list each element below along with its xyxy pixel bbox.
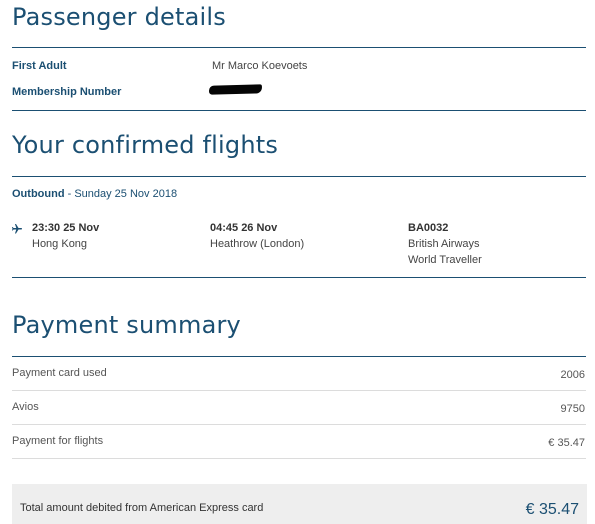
- confirmed-flights-rule: [12, 176, 586, 177]
- outbound-date: - Sunday 25 Nov 2018: [64, 188, 178, 200]
- first-adult-label: First Adult: [12, 60, 67, 72]
- membership-number-label: Membership Number: [12, 86, 122, 98]
- payment-card-value: 2006: [560, 369, 585, 381]
- outbound-header: Outbound - Sunday 25 Nov 2018: [12, 188, 177, 200]
- arrival-time: 04:45 26 Nov: [210, 222, 278, 234]
- departure-time: 23:30 25 Nov: [32, 222, 100, 234]
- airline-name: British Airways: [408, 238, 480, 250]
- avios-value: 9750: [560, 403, 585, 415]
- payment-summary-rule: [12, 356, 586, 357]
- flights-section-bottom-rule: [12, 277, 586, 278]
- payment-for-flights-value: € 35.47: [548, 437, 585, 449]
- first-adult-value: Mr Marco Koevoets: [212, 60, 308, 72]
- cabin-class: World Traveller: [408, 254, 482, 266]
- payment-card-label: Payment card used: [12, 367, 107, 379]
- avios-label: Avios: [12, 401, 39, 413]
- total-amount-value: € 35.47: [525, 501, 579, 518]
- passenger-section-bottom-rule: [12, 110, 586, 111]
- outbound-label: Outbound: [12, 188, 65, 200]
- membership-number-redaction: [208, 84, 263, 95]
- departure-place: Hong Kong: [32, 238, 88, 250]
- passenger-details-heading: Passenger details: [12, 3, 226, 31]
- payment-row-divider: [12, 424, 586, 425]
- payment-summary-heading: Payment summary: [12, 311, 241, 339]
- passenger-details-rule: [12, 47, 586, 48]
- payment-row-divider: [12, 458, 586, 459]
- plane-icon: [11, 222, 23, 234]
- arrival-place: Heathrow (London): [210, 238, 305, 250]
- flight-number: BA0032: [408, 222, 449, 234]
- total-amount-box: Total amount debited from American Expre…: [12, 484, 587, 524]
- payment-row-divider: [12, 390, 586, 391]
- payment-for-flights-label: Payment for flights: [12, 435, 104, 447]
- booking-confirmation-page: Passenger details First Adult Mr Marco K…: [0, 0, 595, 524]
- confirmed-flights-heading: Your confirmed flights: [12, 131, 279, 159]
- total-amount-label: Total amount debited from American Expre…: [20, 502, 264, 514]
